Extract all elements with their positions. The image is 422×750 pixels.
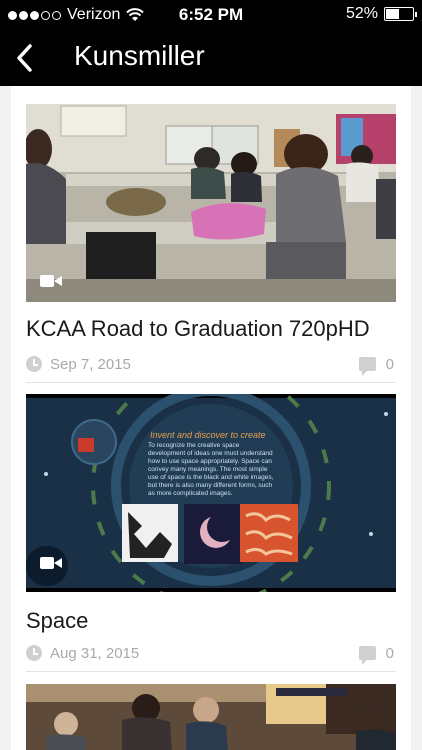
battery-group: 52% bbox=[345, 5, 417, 23]
list-item[interactable]: KCAA Road to Graduation 720pHD Sep 7, 20… bbox=[26, 104, 396, 383]
list-item[interactable] bbox=[26, 684, 396, 750]
list-item[interactable]: Invent and discover to create To recogni… bbox=[26, 394, 396, 674]
post-title[interactable]: Space bbox=[26, 608, 88, 634]
post-meta: Sep 7, 2015 0 bbox=[26, 355, 396, 377]
comment-count: 0 bbox=[385, 645, 394, 662]
status-bar: Verizon 6:52 PM 52% bbox=[0, 0, 422, 30]
divider bbox=[26, 382, 396, 383]
video-thumbnail[interactable] bbox=[26, 104, 396, 302]
video-thumbnail[interactable] bbox=[26, 684, 396, 750]
post-date: Aug 31, 2015 bbox=[50, 645, 140, 662]
comment-icon[interactable] bbox=[359, 646, 376, 665]
event-photo bbox=[26, 684, 396, 750]
chevron-left-icon[interactable] bbox=[10, 38, 46, 78]
page-title: Kunsmiller bbox=[74, 40, 205, 71]
divider bbox=[26, 671, 396, 672]
navigation-bar: Kunsmiller bbox=[0, 30, 422, 86]
comment-icon[interactable] bbox=[359, 357, 376, 376]
video-camera-icon bbox=[40, 557, 62, 569]
slide-heading: Invent and discover to create bbox=[150, 430, 266, 440]
battery-icon bbox=[384, 7, 417, 21]
clock-icon bbox=[26, 356, 42, 372]
slide-body: To recognize the creative space developm… bbox=[148, 442, 274, 497]
classroom-photo bbox=[26, 104, 396, 302]
comment-count: 0 bbox=[385, 356, 394, 373]
post-list[interactable]: KCAA Road to Graduation 720pHD Sep 7, 20… bbox=[11, 86, 411, 750]
post-meta: Aug 31, 2015 0 bbox=[26, 644, 396, 666]
battery-percent: 52% bbox=[345, 5, 378, 22]
post-date: Sep 7, 2015 bbox=[50, 356, 131, 373]
post-title[interactable]: KCAA Road to Graduation 720pHD bbox=[26, 316, 370, 342]
clock-icon bbox=[26, 645, 42, 661]
video-thumbnail[interactable]: Invent and discover to create To recogni… bbox=[26, 394, 396, 592]
video-camera-icon bbox=[40, 275, 62, 287]
